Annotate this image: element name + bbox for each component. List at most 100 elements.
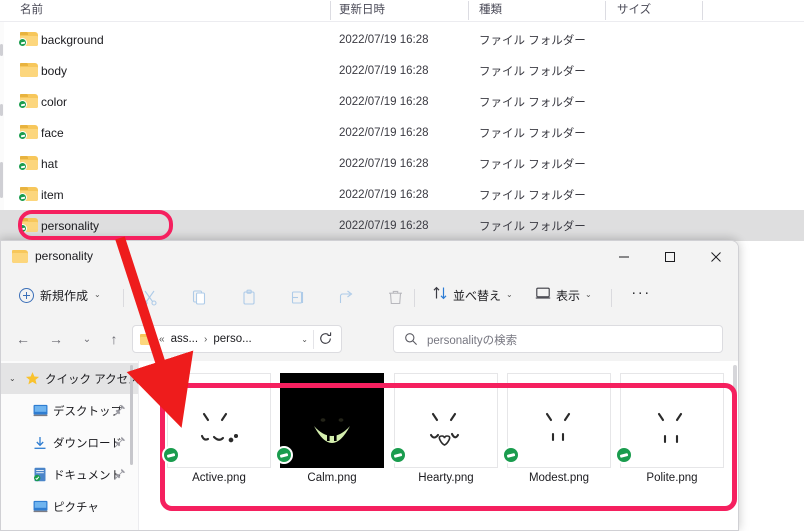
- row-name: personality: [41, 218, 100, 233]
- window-titlebar[interactable]: personality: [1, 241, 738, 273]
- toolbar-divider: [123, 289, 124, 307]
- sidebar-item-quick-access[interactable]: ⌄ クイック アクセス: [1, 363, 140, 394]
- search-input[interactable]: personalityの検索: [393, 325, 723, 353]
- sidebar-item-partial[interactable]: ピクチャ: [1, 491, 138, 522]
- pin-icon[interactable]: [114, 404, 126, 419]
- sidebar-item-label: ドキュメント: [53, 469, 122, 482]
- folder-icon: [140, 334, 153, 345]
- plus-icon: [19, 287, 34, 303]
- row-name: color: [41, 94, 68, 109]
- sidebar-item-label: クイック アクセス: [45, 373, 140, 386]
- sidebar-item-label: デスクトップ: [53, 405, 122, 418]
- chevron-down-icon[interactable]: ⌄: [301, 335, 308, 344]
- breadcrumb-item[interactable]: ass...: [171, 333, 198, 345]
- file-tile[interactable]: Active.png: [162, 373, 271, 503]
- breadcrumb-item[interactable]: perso...: [213, 333, 251, 345]
- desktop-icon: [33, 404, 48, 422]
- up-button[interactable]: ↑: [102, 327, 126, 351]
- column-divider[interactable]: [702, 1, 703, 20]
- row-type: ファイル フォルダー: [479, 158, 586, 171]
- sync-status-icon: [615, 446, 633, 464]
- folder-icon: [18, 187, 38, 202]
- row-date: 2022/07/19 16:28: [339, 157, 429, 170]
- sidebar-item-label: ダウンロード: [53, 437, 122, 450]
- file-tile[interactable]: Modest.png: [502, 373, 611, 503]
- chevron-down-icon: ⌄: [585, 290, 592, 299]
- table-row[interactable]: item 2022/07/19 16:28 ファイル フォルダー: [0, 179, 804, 210]
- row-name: body: [41, 63, 68, 78]
- cut-icon[interactable]: [136, 284, 162, 310]
- sidebar-item-downloads[interactable]: ダウンロード: [1, 427, 138, 458]
- column-divider[interactable]: [330, 1, 331, 20]
- chevron-down-icon: ⌄: [506, 290, 513, 299]
- file-name: Modest.png: [528, 472, 590, 484]
- table-row[interactable]: background 2022/07/19 16:28 ファイル フォルダー: [0, 24, 804, 55]
- refresh-icon[interactable]: [318, 331, 333, 351]
- address-bar[interactable]: « ass... › perso... ⌄: [132, 325, 342, 353]
- desktop-icon: [33, 500, 48, 518]
- file-tile[interactable]: Polite.png: [615, 373, 724, 503]
- new-button[interactable]: 新規作成 ⌄: [11, 280, 109, 310]
- sort-icon: [432, 285, 448, 306]
- row-name: face: [41, 125, 64, 140]
- rename-icon[interactable]: [285, 284, 311, 310]
- sidebar-item-label: ピクチャ: [53, 501, 99, 514]
- explorer-window: personality 新規作成 ⌄ 並べ替え ⌄ 表示 ⌄ ··· ← → ⌄…: [0, 240, 739, 531]
- breadcrumb-overflow[interactable]: «: [159, 334, 165, 345]
- thumbnail-face-modest: [507, 373, 611, 468]
- sidebar-item-documents[interactable]: ドキュメント: [1, 459, 138, 490]
- thumbnail-face-hearty: [394, 373, 498, 468]
- sidebar-item-desktop[interactable]: デスクトップ: [1, 395, 138, 426]
- toolbar-divider: [414, 289, 415, 307]
- close-button[interactable]: [693, 241, 738, 273]
- more-options-button[interactable]: ···: [626, 280, 656, 310]
- table-row-selected[interactable]: personality 2022/07/19 16:28 ファイル フォルダー: [0, 210, 804, 241]
- minimize-button[interactable]: [601, 241, 647, 273]
- thumbnail-face-polite: [620, 373, 724, 468]
- toolbar-divider: [611, 289, 612, 307]
- file-tile[interactable]: Hearty.png: [389, 373, 498, 503]
- search-icon: [404, 332, 418, 351]
- pin-icon[interactable]: [114, 436, 126, 451]
- table-row[interactable]: face 2022/07/19 16:28 ファイル フォルダー: [0, 117, 804, 148]
- delete-icon[interactable]: [382, 284, 408, 310]
- share-icon[interactable]: [333, 284, 359, 310]
- column-divider[interactable]: [468, 1, 469, 20]
- column-divider[interactable]: [605, 1, 606, 20]
- table-row[interactable]: body 2022/07/19 16:28 ファイル フォルダー: [0, 55, 804, 86]
- column-header-row: 名前 更新日時 種類 サイズ: [0, 0, 804, 22]
- file-tile[interactable]: Calm.png: [275, 373, 384, 503]
- sort-button[interactable]: 並べ替え ⌄: [425, 280, 520, 310]
- file-name: Calm.png: [307, 472, 357, 484]
- column-header-date[interactable]: 更新日時: [339, 0, 385, 22]
- column-header-name[interactable]: 名前: [20, 0, 43, 22]
- maximize-button[interactable]: [647, 241, 693, 273]
- nav-pane-scrollbar[interactable]: [130, 365, 133, 465]
- folder-icon: [18, 125, 38, 140]
- sync-status-icon: [389, 446, 407, 464]
- background-explorer: 名前 更新日時 種類 サイズ background 2022/07/19 16:…: [0, 0, 804, 241]
- column-header-size[interactable]: サイズ: [617, 0, 651, 22]
- pin-icon[interactable]: [114, 468, 126, 483]
- navigation-pane: ⌄ クイック アクセス デスクトップ ダウンロード ドキュメント ピクチャ: [1, 361, 140, 530]
- sort-button-label: 並べ替え: [453, 288, 502, 303]
- forward-button[interactable]: →: [44, 327, 68, 351]
- back-button[interactable]: ←: [11, 327, 35, 351]
- chevron-down-icon: ⌄: [94, 290, 101, 299]
- view-button[interactable]: 表示 ⌄: [528, 280, 599, 310]
- chevron-down-icon[interactable]: ⌄: [9, 374, 16, 383]
- search-placeholder: personalityの検索: [427, 335, 518, 347]
- recent-locations-button[interactable]: ⌄: [75, 327, 99, 351]
- breadcrumb-separator: ›: [204, 333, 208, 345]
- row-name: item: [41, 187, 64, 202]
- row-name: hat: [41, 156, 58, 171]
- file-pane-scrollbar[interactable]: [733, 365, 737, 460]
- table-row[interactable]: color 2022/07/19 16:28 ファイル フォルダー: [0, 86, 804, 117]
- command-toolbar: 新規作成 ⌄ 並べ替え ⌄ 表示 ⌄ ···: [1, 273, 738, 317]
- row-date: 2022/07/19 16:28: [339, 33, 429, 46]
- table-row[interactable]: hat 2022/07/19 16:28 ファイル フォルダー: [0, 148, 804, 179]
- copy-icon[interactable]: [186, 284, 212, 310]
- column-header-type[interactable]: 種類: [479, 0, 502, 22]
- paste-icon[interactable]: [236, 284, 262, 310]
- view-icon: [535, 285, 551, 306]
